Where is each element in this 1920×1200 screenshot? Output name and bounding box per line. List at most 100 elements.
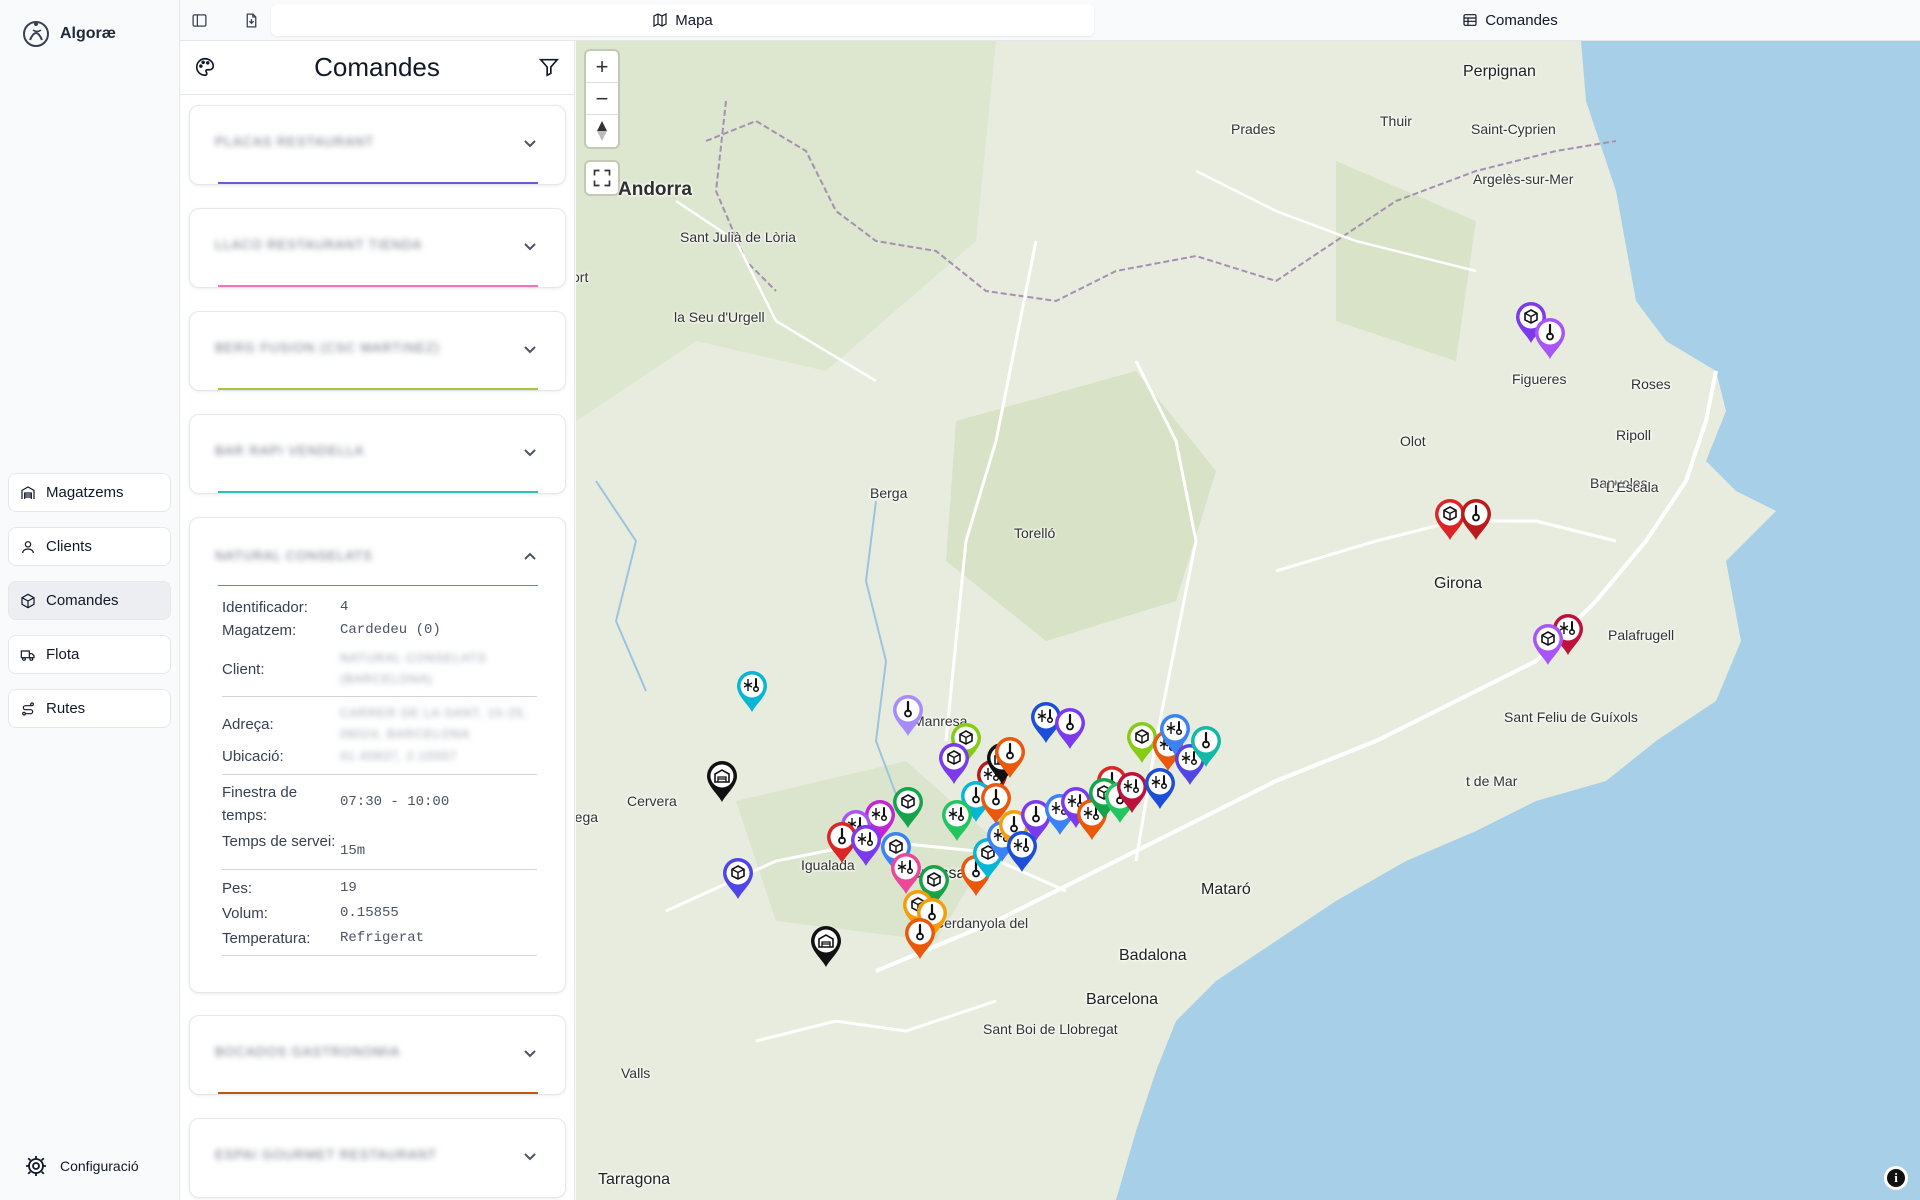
tab-map-label: Mapa (675, 11, 713, 29)
map-label: Ripoll (1616, 427, 1652, 443)
nav-label: Comandes (46, 592, 119, 609)
toggle-sidebar-button[interactable] (189, 10, 209, 30)
map-label: Sant Julià de Lòria (680, 229, 796, 245)
nav-label: Magatzems (46, 484, 124, 501)
detail-volume: 0.15855 (340, 905, 399, 921)
nav-item-rutes[interactable]: Rutes (8, 689, 171, 728)
order-card[interactable]: ESPAI GOURMET RESTAURANT (189, 1118, 566, 1198)
tab-orders[interactable]: Comandes (1100, 4, 1920, 36)
detail-label: Pes: (222, 880, 253, 897)
chevron-down-icon (524, 140, 536, 148)
order-card-expanded[interactable]: NATURAL CONSELATS Identificador: 4 Magatz… (189, 517, 566, 993)
order-name: ESPAI GOURMET RESTAURANT (215, 1147, 437, 1162)
order-card[interactable]: BAR RAPI VENDELLA (189, 414, 566, 494)
map-pin-snow[interactable] (734, 670, 770, 714)
order-name: BERG FUSION (CSC MARTINEZ) (215, 340, 441, 355)
detail-label: Client: (222, 661, 265, 678)
order-card[interactable]: LLACO RESTAURANT TIENDA (189, 208, 566, 288)
divider (222, 696, 537, 697)
order-card[interactable]: PLACAS RESTAURANT (189, 105, 566, 185)
map-label: Berga (870, 485, 908, 501)
map-pin-package[interactable] (720, 857, 756, 901)
warehouse-icon (21, 485, 35, 499)
map-pin-warehouse[interactable] (808, 925, 844, 969)
map-pin-snow[interactable] (1004, 830, 1040, 874)
map-label: Saint-Cyprien (1471, 121, 1556, 137)
zoom-out-button[interactable]: − (586, 83, 618, 115)
order-name: NATURAL CONSELATS (215, 548, 373, 563)
chevron-down-icon (524, 1050, 536, 1058)
nav-label: Flota (46, 646, 80, 663)
map-pin-thermo[interactable] (1458, 498, 1494, 542)
panel-header: Comandes (180, 41, 574, 95)
map-label: Badalona (1119, 947, 1187, 964)
map-pin-warehouse[interactable] (704, 760, 740, 804)
map-pin-thermo[interactable] (1532, 317, 1568, 361)
attribution-button[interactable]: i (1884, 1166, 1908, 1190)
palette-icon (196, 57, 215, 77)
order-card-header[interactable]: LLACO RESTAURANT TIENDA (190, 209, 565, 287)
brand-name: Algoræ (60, 25, 116, 42)
order-name: BAR RAPI VENDELLA (215, 443, 365, 458)
detail-label: Adreça: (222, 716, 274, 733)
map-label: Prades (1231, 121, 1276, 137)
map-pin-thermo[interactable] (902, 917, 938, 961)
map-label: Thuir (1380, 113, 1412, 129)
detail-time-window: 07:30 - 10:00 (340, 794, 450, 810)
order-card-header[interactable]: PLACAS RESTAURANT (190, 106, 565, 184)
map-base-layer (576, 41, 1920, 1200)
order-card-header[interactable]: ESPAI GOURMET RESTAURANT (190, 1119, 565, 1197)
map-label: Girona (1434, 575, 1483, 592)
detail-label: Temps de servei: (222, 833, 336, 850)
map-pin-thermo[interactable] (992, 736, 1028, 780)
order-card-header[interactable]: BOCADOS GASTRONOMIA (190, 1016, 565, 1094)
nav-label: Clients (46, 538, 92, 555)
panel-title: Comandes (314, 52, 440, 82)
nav-item-comandes[interactable]: Comandes (8, 581, 171, 620)
zoom-in-button[interactable]: + (586, 51, 618, 83)
info-icon: i (1887, 1169, 1905, 1187)
import-file-button[interactable] (241, 10, 261, 30)
detail-address: CARRER DE LA SANT, 15-25, 08024, BARCELO… (340, 706, 528, 741)
brand[interactable]: Algoræ (20, 18, 116, 50)
fullscreen-button[interactable] (586, 162, 618, 194)
sidebar-icon (191, 13, 207, 27)
nav-item-magatzems[interactable]: Magatzems (8, 473, 171, 512)
order-details: Identificador: 4 Magatzem: Cardedeu (0) Cl… (190, 586, 565, 992)
map-pin-package[interactable] (1530, 623, 1566, 667)
map-pin-thermo[interactable] (1188, 725, 1224, 769)
detail-service-time: 15m (340, 843, 366, 859)
order-card-header[interactable]: NATURAL CONSELATS (190, 518, 565, 586)
config-button[interactable]: Configuració (24, 1154, 139, 1178)
nav-item-flota[interactable]: Flota (8, 635, 171, 674)
map-label: la Seu d'Urgell (674, 309, 765, 325)
compass-button[interactable] (586, 115, 618, 147)
map-view[interactable]: Perpignan Prades Thuir Saint-Cyprien Argelès… (576, 41, 1920, 1200)
filter-icon (538, 58, 560, 77)
order-color-line (218, 1092, 538, 1094)
map-label: Tarragona (598, 1171, 671, 1188)
logo-icon (23, 21, 49, 47)
config-label: Configuració (60, 1158, 139, 1174)
tab-map[interactable]: Mapa (271, 4, 1094, 36)
detail-warehouse: Cardedeu (0) (340, 622, 441, 638)
chevron-down-icon (524, 449, 536, 457)
fullscreen-icon (593, 169, 611, 187)
map-label: Olot (1400, 433, 1426, 449)
filter-button[interactable] (538, 56, 562, 80)
divider (222, 869, 537, 870)
palette-button[interactable] (194, 56, 218, 80)
order-card[interactable]: BERG FUSION (CSC MARTINEZ) (189, 311, 566, 391)
map-label: Valls (621, 1065, 651, 1081)
order-color-line (218, 491, 538, 493)
tab-orders-label: Comandes (1485, 11, 1558, 29)
map-pin-thermo[interactable] (890, 694, 926, 738)
map-label: Mataró (1201, 881, 1251, 898)
detail-label: Identificador: (222, 599, 308, 616)
order-card[interactable]: BOCADOS GASTRONOMIA (189, 1015, 566, 1095)
nav-item-clients[interactable]: Clients (8, 527, 171, 566)
order-card-header[interactable]: BERG FUSION (CSC MARTINEZ) (190, 312, 565, 390)
order-card-header[interactable]: BAR RAPI VENDELLA (190, 415, 565, 493)
map-pin-thermo[interactable] (1052, 707, 1088, 751)
map-pin-snow[interactable] (1157, 713, 1193, 757)
